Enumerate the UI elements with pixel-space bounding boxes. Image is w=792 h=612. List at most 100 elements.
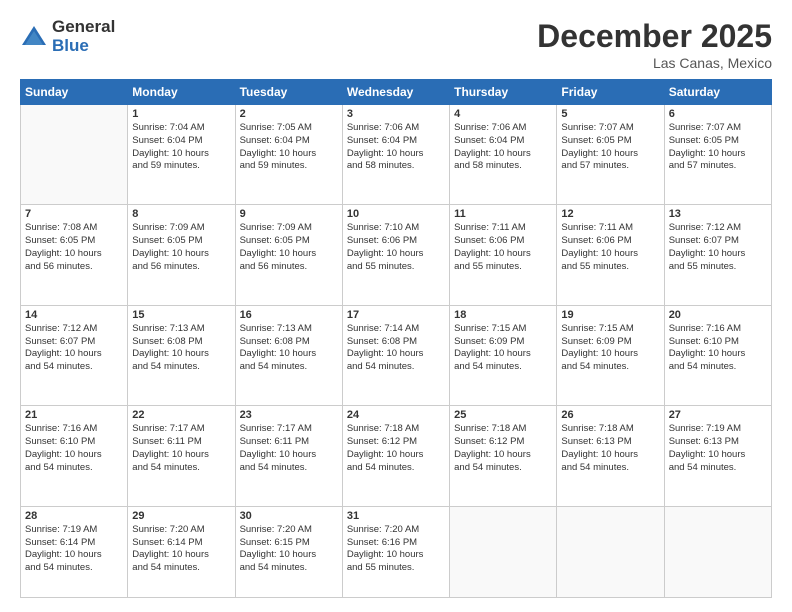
cell-content: Sunrise: 7:17 AM Sunset: 6:11 PM Dayligh… [240,423,338,474]
day-number: 29 [132,510,230,522]
weekday-header-wednesday: Wednesday [342,80,449,105]
calendar-cell: 17Sunrise: 7:14 AM Sunset: 6:08 PM Dayli… [342,305,449,405]
day-number: 28 [25,510,123,522]
cell-content: Sunrise: 7:18 AM Sunset: 6:13 PM Dayligh… [561,423,659,474]
calendar-cell: 21 Sunrise: 7:16 AM Sunset: 6:10 PM Dayli… [21,406,128,506]
calendar-cell: 26Sunrise: 7:18 AM Sunset: 6:13 PM Dayli… [557,406,664,506]
cell-content: Sunrise: 7:09 AM Sunset: 6:05 PM Dayligh… [132,222,230,273]
calendar-cell: 30 Sunrise: 7:20 AM Sunset: 6:15 PM Dayli… [235,506,342,597]
day-number: 15 [132,309,230,321]
cell-content: Sunrise: 7:19 AM Sunset: 6:13 PM Dayligh… [669,423,767,474]
logo-icon [20,23,48,51]
day-number: 10 [347,208,445,220]
day-number: 16 [240,309,338,321]
day-number: 2 [240,108,338,120]
calendar-cell [450,506,557,597]
calendar-cell: 7 Sunrise: 7:08 AM Sunset: 6:05 PM Daylig… [21,205,128,305]
day-number: 13 [669,208,767,220]
cell-content: Sunrise: 7:08 AM Sunset: 6:05 PM Dayligh… [25,222,123,273]
day-number: 31 [347,510,445,522]
cell-content: Sunrise: 7:17 AM Sunset: 6:11 PM Dayligh… [132,423,230,474]
day-number: 18 [454,309,552,321]
day-number: 12 [561,208,659,220]
day-number: 23 [240,409,338,421]
calendar-cell: 5 Sunrise: 7:07 AM Sunset: 6:05 PM Daylig… [557,105,664,205]
calendar-cell: 8Sunrise: 7:09 AM Sunset: 6:05 PM Daylig… [128,205,235,305]
weekday-header-thursday: Thursday [450,80,557,105]
calendar-cell: 2 Sunrise: 7:05 AM Sunset: 6:04 PM Daylig… [235,105,342,205]
calendar-cell: 22 Sunrise: 7:17 AM Sunset: 6:11 PM Dayli… [128,406,235,506]
day-number: 21 [25,409,123,421]
cell-content: Sunrise: 7:12 AM Sunset: 6:07 PM Dayligh… [25,323,123,374]
calendar-week-5: 28 Sunrise: 7:19 AM Sunset: 6:14 PM Dayli… [21,506,772,597]
day-number: 11 [454,208,552,220]
calendar-cell: 24Sunrise: 7:18 AM Sunset: 6:12 PM Dayli… [342,406,449,506]
logo-general: General [52,18,115,37]
day-number: 14 [25,309,123,321]
calendar-cell [664,506,771,597]
cell-content: Sunrise: 7:20 AM Sunset: 6:14 PM Dayligh… [132,524,230,575]
calendar-body: 1Sunrise: 7:04 AM Sunset: 6:04 PM Daylig… [21,105,772,598]
calendar-week-4: 21 Sunrise: 7:16 AM Sunset: 6:10 PM Dayli… [21,406,772,506]
logo: General Blue [20,18,115,55]
calendar-cell: 25 Sunrise: 7:18 AM Sunset: 6:12 PM Dayli… [450,406,557,506]
cell-content: Sunrise: 7:07 AM Sunset: 6:05 PM Dayligh… [669,122,767,173]
logo-text: General Blue [52,18,115,55]
day-number: 19 [561,309,659,321]
calendar-cell: 27 Sunrise: 7:19 AM Sunset: 6:13 PM Dayli… [664,406,771,506]
calendar-cell: 10 Sunrise: 7:10 AM Sunset: 6:06 PM Dayli… [342,205,449,305]
calendar-cell: 12Sunrise: 7:11 AM Sunset: 6:06 PM Dayli… [557,205,664,305]
cell-content: Sunrise: 7:07 AM Sunset: 6:05 PM Dayligh… [561,122,659,173]
calendar-cell: 15 Sunrise: 7:13 AM Sunset: 6:08 PM Dayli… [128,305,235,405]
day-number: 30 [240,510,338,522]
weekday-header-monday: Monday [128,80,235,105]
page: General Blue December 2025 Las Canas, Me… [0,0,792,612]
calendar-cell: 29 Sunrise: 7:20 AM Sunset: 6:14 PM Dayli… [128,506,235,597]
calendar-cell: 31Sunrise: 7:20 AM Sunset: 6:16 PM Dayli… [342,506,449,597]
calendar-cell: 18 Sunrise: 7:15 AM Sunset: 6:09 PM Dayli… [450,305,557,405]
day-number: 27 [669,409,767,421]
location: Las Canas, Mexico [537,55,772,71]
cell-content: Sunrise: 7:10 AM Sunset: 6:06 PM Dayligh… [347,222,445,273]
weekday-header-tuesday: Tuesday [235,80,342,105]
weekday-header-friday: Friday [557,80,664,105]
day-number: 25 [454,409,552,421]
day-number: 17 [347,309,445,321]
cell-content: Sunrise: 7:11 AM Sunset: 6:06 PM Dayligh… [454,222,552,273]
day-number: 7 [25,208,123,220]
calendar-week-3: 14 Sunrise: 7:12 AM Sunset: 6:07 PM Dayli… [21,305,772,405]
calendar-cell: 6Sunrise: 7:07 AM Sunset: 6:05 PM Daylig… [664,105,771,205]
calendar-cell: 16Sunrise: 7:13 AM Sunset: 6:08 PM Dayli… [235,305,342,405]
calendar-cell: 9Sunrise: 7:09 AM Sunset: 6:05 PM Daylig… [235,205,342,305]
day-number: 20 [669,309,767,321]
calendar-cell: 23 Sunrise: 7:17 AM Sunset: 6:11 PM Dayli… [235,406,342,506]
day-number: 22 [132,409,230,421]
day-number: 3 [347,108,445,120]
cell-content: Sunrise: 7:13 AM Sunset: 6:08 PM Dayligh… [132,323,230,374]
cell-content: Sunrise: 7:20 AM Sunset: 6:15 PM Dayligh… [240,524,338,575]
day-number: 5 [561,108,659,120]
cell-content: Sunrise: 7:04 AM Sunset: 6:04 PM Dayligh… [132,122,230,173]
day-number: 9 [240,208,338,220]
calendar-cell: 13Sunrise: 7:12 AM Sunset: 6:07 PM Dayli… [664,205,771,305]
day-number: 24 [347,409,445,421]
cell-content: Sunrise: 7:15 AM Sunset: 6:09 PM Dayligh… [454,323,552,374]
calendar-cell: 20Sunrise: 7:16 AM Sunset: 6:10 PM Dayli… [664,305,771,405]
cell-content: Sunrise: 7:18 AM Sunset: 6:12 PM Dayligh… [454,423,552,474]
cell-content: Sunrise: 7:15 AM Sunset: 6:09 PM Dayligh… [561,323,659,374]
cell-content: Sunrise: 7:05 AM Sunset: 6:04 PM Dayligh… [240,122,338,173]
calendar-cell: 1Sunrise: 7:04 AM Sunset: 6:04 PM Daylig… [128,105,235,205]
calendar-week-2: 7 Sunrise: 7:08 AM Sunset: 6:05 PM Daylig… [21,205,772,305]
calendar-week-1: 1Sunrise: 7:04 AM Sunset: 6:04 PM Daylig… [21,105,772,205]
weekday-header-saturday: Saturday [664,80,771,105]
cell-content: Sunrise: 7:19 AM Sunset: 6:14 PM Dayligh… [25,524,123,575]
calendar-cell [557,506,664,597]
calendar-cell: 4Sunrise: 7:06 AM Sunset: 6:04 PM Daylig… [450,105,557,205]
calendar-table: SundayMondayTuesdayWednesdayThursdayFrid… [20,79,772,598]
calendar-cell: 14 Sunrise: 7:12 AM Sunset: 6:07 PM Dayli… [21,305,128,405]
calendar-cell: 11 Sunrise: 7:11 AM Sunset: 6:06 PM Dayli… [450,205,557,305]
cell-content: Sunrise: 7:06 AM Sunset: 6:04 PM Dayligh… [454,122,552,173]
cell-content: Sunrise: 7:06 AM Sunset: 6:04 PM Dayligh… [347,122,445,173]
cell-content: Sunrise: 7:16 AM Sunset: 6:10 PM Dayligh… [25,423,123,474]
weekday-header-sunday: Sunday [21,80,128,105]
